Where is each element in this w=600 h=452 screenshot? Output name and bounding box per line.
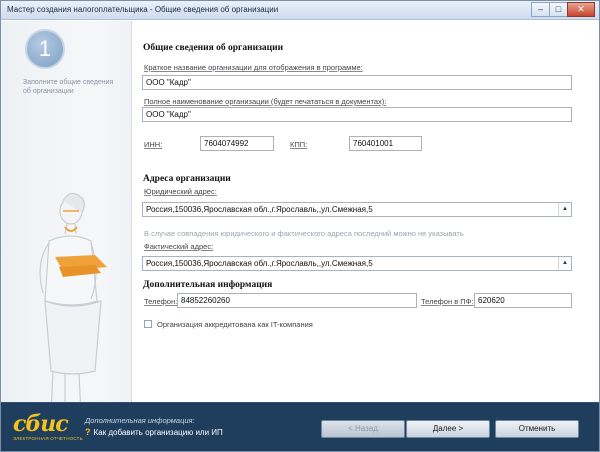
short-name-label: Краткое название организации для отображ… xyxy=(144,63,363,72)
legal-address-value: Россия,150036,Ярославская обл.,г.Ярослав… xyxy=(146,205,373,214)
maximize-button[interactable]: □ xyxy=(549,2,568,17)
section-address-title: Адреса организации xyxy=(143,174,231,184)
actual-address-label: Фактический адрес: xyxy=(144,242,214,251)
kpp-input[interactable]: 760401001 xyxy=(349,136,422,151)
cancel-button[interactable]: Отменить xyxy=(495,420,579,438)
full-name-label: Полное наименование организации (будет п… xyxy=(144,97,387,106)
wizard-footer: сбис ЭЛЕКТРОННАЯ ОТЧЕТНОСТЬ Дополнительн… xyxy=(1,402,599,451)
title-bar: Мастер создания налогоплательщика - Общи… xyxy=(1,1,599,20)
maximize-icon: □ xyxy=(555,4,562,14)
actual-address-dropdown-button[interactable]: ▲ xyxy=(558,257,571,270)
it-company-label[interactable]: Организация аккредитована как IT-компани… xyxy=(157,320,313,329)
full-name-input[interactable]: ООО "Кадр" xyxy=(142,107,572,122)
help-link[interactable]: ? Как добавить организацию или ИП xyxy=(85,427,223,437)
step-number-badge: 1 xyxy=(25,29,65,69)
address-hint: В случае совпадения юридического и факти… xyxy=(144,229,464,238)
wizard-window: Мастер создания налогоплательщика - Общи… xyxy=(0,0,600,452)
close-button[interactable]: ✕ xyxy=(567,2,595,17)
minimize-icon: – xyxy=(537,4,543,14)
actual-address-input[interactable]: Россия,150036,Ярославская обл.,г.Ярослав… xyxy=(142,256,572,271)
help-link-label: Как добавить организацию или ИП xyxy=(93,427,223,437)
legal-address-label: Юридический адрес: xyxy=(144,187,217,196)
sbis-logo-subtitle: ЭЛЕКТРОННАЯ ОТЧЕТНОСТЬ xyxy=(13,436,83,441)
short-name-input[interactable]: ООО "Кадр" xyxy=(142,75,572,90)
legal-address-input[interactable]: Россия,150036,Ярославская обл.,г.Ярослав… xyxy=(142,202,572,217)
section-extra-title: Дополнительная информация xyxy=(143,280,273,290)
it-company-checkbox[interactable] xyxy=(144,320,152,328)
window-controls: – □ ✕ xyxy=(531,2,595,18)
minimize-button[interactable]: – xyxy=(531,2,550,17)
info-title: Дополнительная информация: xyxy=(85,416,195,425)
chevron-up-icon: ▲ xyxy=(562,260,568,266)
chevron-up-icon: ▲ xyxy=(562,206,568,212)
next-button[interactable]: Далее > xyxy=(406,420,490,438)
pf-phone-input[interactable]: 620620 xyxy=(474,293,572,308)
kpp-label: КПП: xyxy=(290,140,308,149)
inn-label: ИНН: xyxy=(144,140,163,149)
question-icon: ? xyxy=(85,427,91,437)
wizard-sidebar: 1 Заполните общие сведения об организаци… xyxy=(1,21,132,419)
actual-address-value: Россия,150036,Ярославская обл.,г.Ярослав… xyxy=(146,259,373,268)
woman-illustration xyxy=(39,192,107,419)
sbis-logo: сбис ЭЛЕКТРОННАЯ ОТЧЕТНОСТЬ xyxy=(13,411,83,445)
phone-label: Телефон: xyxy=(144,297,178,306)
pf-phone-label: Телефон в ПФ: xyxy=(421,297,474,306)
inn-input[interactable]: 7604074992 xyxy=(200,136,274,151)
close-icon: ✕ xyxy=(577,4,585,14)
step-hint: Заполните общие сведения об организации xyxy=(23,79,114,95)
back-button[interactable]: < Назад xyxy=(321,420,405,438)
section-general-title: Общие сведения об организации xyxy=(143,43,284,53)
phone-input[interactable]: 84852260260 xyxy=(177,293,417,308)
sbis-logo-text: сбис xyxy=(13,411,69,437)
legal-address-dropdown-button[interactable]: ▲ xyxy=(558,203,571,216)
form-panel: Общие сведения об организации Краткое на… xyxy=(132,21,599,402)
window-title: Мастер создания налогоплательщика - Общи… xyxy=(7,5,279,14)
